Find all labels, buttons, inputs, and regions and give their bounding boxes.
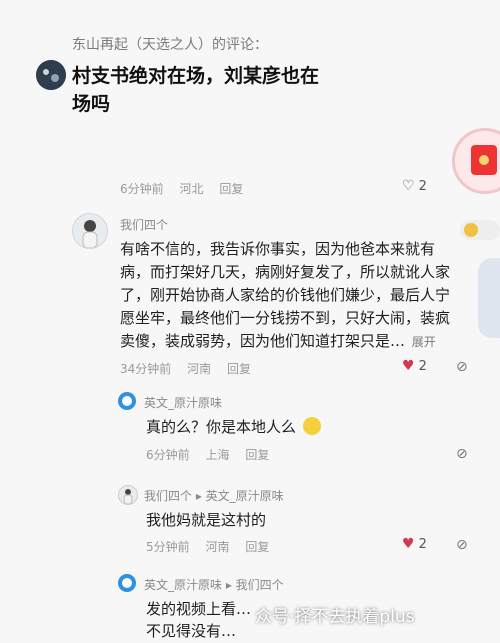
reply2-reply-button[interactable]: 回复 [245, 540, 269, 554]
comment2-text: 有啥不信的，我告诉你事实，因为他爸本来就有病，而打架好几天，病刚好复发了，所以就… [120, 238, 460, 354]
comment2-like-count: 2 [418, 358, 427, 374]
reply2-like[interactable]: ♥ 2 [402, 536, 427, 552]
comment2-meta: 34分钟前 河南 回复 [120, 360, 263, 377]
side-avatar[interactable] [478, 258, 500, 338]
comment1-like-count: 2 [418, 178, 427, 194]
red-packet-icon[interactable] [452, 128, 500, 194]
dislike-icon[interactable]: ⊘ [456, 537, 468, 553]
expand-link[interactable]: 展开 [412, 335, 436, 349]
reply2-meta: 5分钟前 河南 回复 [146, 538, 281, 555]
dislike-icon[interactable]: ⊘ [456, 446, 468, 462]
reply1-time: 6分钟前 [146, 448, 190, 462]
dislike-icon[interactable]: ⊘ [456, 359, 468, 375]
heart-filled-icon: ♥ [402, 358, 415, 374]
quote-avatar [36, 60, 66, 90]
reply3-avatar[interactable] [118, 574, 136, 592]
quote-text: 村支书绝对在场，刘某彦也在 场吗 [72, 62, 372, 118]
reply2-avatar[interactable] [118, 485, 138, 505]
reply3-text2: 不见得没有… [146, 622, 237, 640]
comment2-username[interactable]: 我们四个 [120, 216, 168, 233]
comment2-reply-button[interactable]: 回复 [227, 362, 251, 376]
reply3-username[interactable]: 英文_原汁原味 ▸ 我们四个 [144, 576, 284, 593]
comment1-meta: 6分钟前 河北 回复 [120, 180, 255, 197]
heart-outline-icon: ♡ [402, 178, 415, 194]
comment1-reply-button[interactable]: 回复 [219, 182, 243, 196]
comment2-body: 有啥不信的，我告诉你事实，因为他爸本来就有病，而打架好几天，病刚好复发了，所以就… [120, 240, 451, 350]
reply2-like-count: 2 [418, 536, 427, 552]
reply2-text: 我他妈就是这村的 [146, 511, 267, 529]
reply3-text: 发的视频上看… [146, 600, 252, 618]
reply1-body: 真的么？你是本地人么 [146, 418, 297, 436]
comment1-time: 6分钟前 [120, 182, 164, 196]
comment1-location: 河北 [179, 182, 204, 196]
reply1-avatar[interactable] [118, 392, 136, 410]
reply1-reply-button[interactable]: 回复 [245, 448, 269, 462]
emoji-icon [302, 417, 321, 435]
reply2-location: 河南 [205, 540, 230, 554]
heart-filled-icon: ♥ [402, 536, 415, 552]
watermark: 众号·择不去执着plus [255, 607, 415, 627]
comment2-time: 34分钟前 [120, 362, 172, 376]
reply1-meta: 6分钟前 上海 回复 [146, 446, 281, 463]
quote-line-1: 村支书绝对在场，刘某彦也在 [72, 65, 320, 87]
reply2-time: 5分钟前 [146, 540, 190, 554]
reply1-username[interactable]: 英文_原汁原味 [144, 394, 222, 411]
reply2-username[interactable]: 我们四个 ▸ 英文_原汁原味 [144, 487, 284, 504]
comment2-location: 河南 [187, 362, 212, 376]
reply1-location: 上海 [205, 448, 230, 462]
comment1-like[interactable]: ♡ 2 [402, 178, 427, 194]
comment2-like[interactable]: ♥ 2 [402, 358, 427, 374]
reply1-text: 真的么？你是本地人么 [146, 416, 321, 439]
quote-line-2: 场吗 [72, 93, 111, 115]
comment2-avatar[interactable] [72, 213, 108, 249]
quote-header: 东山再起（天选之人）的评论： [72, 37, 268, 53]
coin-badge [460, 220, 500, 240]
